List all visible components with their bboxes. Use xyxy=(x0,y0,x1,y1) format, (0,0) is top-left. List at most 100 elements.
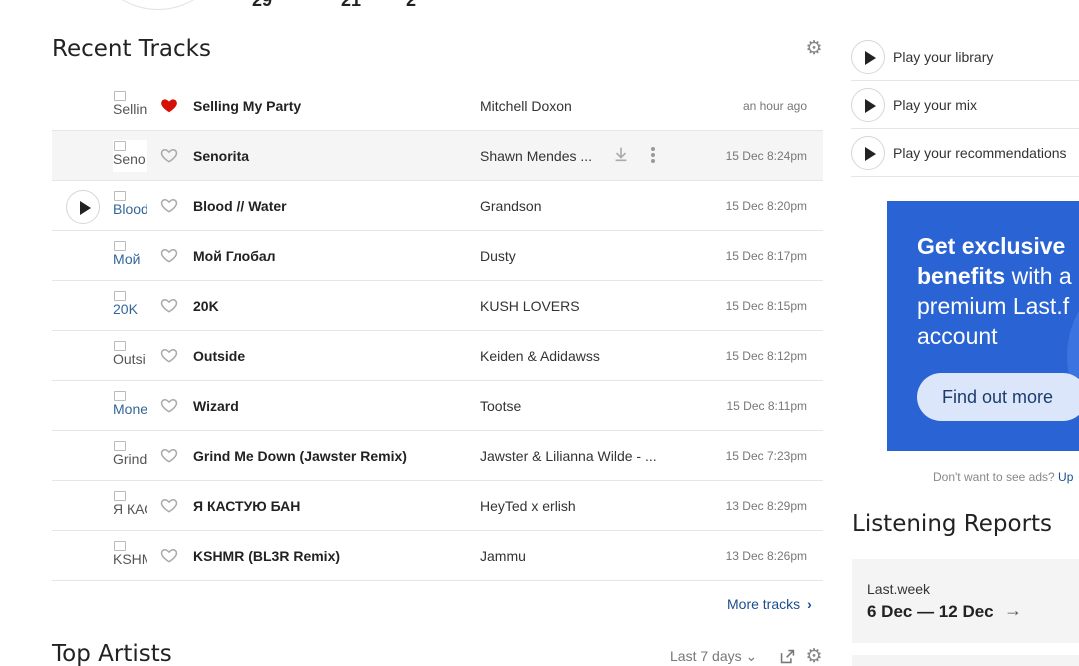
stat-loved[interactable]: 2 xyxy=(406,0,416,9)
play-recommendations-item[interactable]: Play your recommendations xyxy=(851,129,1079,177)
heart-icon[interactable] xyxy=(160,196,178,214)
track-artist[interactable]: Tootse xyxy=(480,398,521,414)
track-artist[interactable]: Jammu xyxy=(480,548,526,564)
play-icon[interactable] xyxy=(851,40,885,74)
track-name[interactable]: Мой Глобал xyxy=(193,248,276,264)
play-mix-label: Play your mix xyxy=(893,97,978,113)
album-art[interactable]: Grind xyxy=(113,440,147,472)
report-range: 6 Dec — 12 Dec xyxy=(867,602,994,621)
track-row[interactable]: Blood Blood // Water Grandson 15 Dec 8:2… xyxy=(52,181,823,231)
ad-note-text: Don't want to see ads? xyxy=(933,470,1059,484)
recent-tracks-title[interactable]: Recent Tracks xyxy=(52,36,211,62)
more-tracks-link[interactable]: More tracks › xyxy=(727,596,812,612)
track-name[interactable]: Outside xyxy=(193,348,245,364)
album-art[interactable]: Outsi xyxy=(113,340,147,372)
share-icon[interactable] xyxy=(779,648,796,665)
track-timestamp: 15 Dec 8:15pm xyxy=(725,299,807,313)
track-row[interactable]: Я КАСТ Я КАСТУЮ БАН HeyTed x erlish 13 D… xyxy=(52,481,823,531)
album-art[interactable]: Blood xyxy=(113,190,147,222)
album-art[interactable]: Мой xyxy=(113,240,147,272)
track-row[interactable]: Seno Senorita Shawn Mendes ... 15 Dec 8:… xyxy=(52,131,823,181)
heart-icon[interactable] xyxy=(160,546,178,564)
album-art[interactable]: KSHM xyxy=(113,540,147,572)
upgrade-link[interactable]: Up xyxy=(1058,470,1073,484)
avatar[interactable] xyxy=(88,0,228,10)
more-tracks-label: More tracks xyxy=(727,596,801,612)
premium-ad[interactable]: Get exclusive benefits with a premium La… xyxy=(887,201,1079,451)
profile-header: 29 21 2 xyxy=(0,0,820,12)
album-art-alt: Grind xyxy=(113,451,147,467)
heart-icon[interactable] xyxy=(160,346,178,364)
album-art[interactable]: Mone xyxy=(113,390,147,422)
album-art-alt: Seno xyxy=(113,151,146,167)
album-art[interactable]: Я КАСТ xyxy=(113,490,147,522)
heart-icon[interactable] xyxy=(160,396,178,414)
recent-tracks-list: Sellin Selling My Party Mitchell Doxon a… xyxy=(52,81,823,581)
track-name[interactable]: Wizard xyxy=(193,398,239,414)
track-name[interactable]: Я КАСТУЮ БАН xyxy=(193,498,300,514)
track-row[interactable]: 20K 20K KUSH LOVERS 15 Dec 8:15pm xyxy=(52,281,823,331)
heart-icon[interactable] xyxy=(160,296,178,314)
track-row[interactable]: Outsi Outside Keiden & Adidawss 15 Dec 8… xyxy=(52,331,823,381)
track-name[interactable]: Senorita xyxy=(193,148,249,164)
stat-scrobbles[interactable]: 29 xyxy=(252,0,272,9)
report-label: Last.week xyxy=(867,581,931,597)
period-label: Last 7 days xyxy=(670,648,742,664)
gear-icon[interactable]: ⚙ xyxy=(805,647,823,666)
track-timestamp: 15 Dec 8:17pm xyxy=(725,249,807,263)
top-artists-title[interactable]: Top Artists xyxy=(52,641,172,666)
track-name[interactable]: 20K xyxy=(193,298,219,314)
find-out-more-button[interactable]: Find out more xyxy=(917,373,1079,421)
album-art[interactable]: 20K xyxy=(113,290,147,322)
heart-icon[interactable] xyxy=(160,446,178,464)
track-row[interactable]: KSHM KSHMR (BL3R Remix) Jammu 13 Dec 8:2… xyxy=(52,531,823,581)
track-artist[interactable]: HeyTed x erlish xyxy=(480,498,576,514)
track-artist[interactable]: Keiden & Adidawss xyxy=(480,348,600,364)
ad-line-1: Get exclusive xyxy=(917,233,1066,259)
track-row[interactable]: Grind Grind Me Down (Jawster Remix) Jaws… xyxy=(52,431,823,481)
track-name[interactable]: Blood // Water xyxy=(193,198,287,214)
track-artist[interactable]: Shawn Mendes ... xyxy=(480,148,592,164)
heart-icon[interactable] xyxy=(160,146,178,164)
report-card-2[interactable] xyxy=(852,655,1079,666)
arrow-right-icon: → xyxy=(1004,600,1022,620)
track-row[interactable]: Sellin Selling My Party Mitchell Doxon a… xyxy=(52,81,823,131)
play-mix-item[interactable]: Play your mix xyxy=(851,81,1079,129)
download-icon[interactable] xyxy=(612,145,630,163)
play-library-label: Play your library xyxy=(893,49,994,65)
album-art-alt: Sellin xyxy=(113,101,147,117)
track-artist[interactable]: Mitchell Doxon xyxy=(480,98,572,114)
track-timestamp: 15 Dec 7:23pm xyxy=(725,449,807,463)
track-timestamp: 15 Dec 8:24pm xyxy=(725,149,807,163)
album-art[interactable]: Sellin xyxy=(113,90,147,122)
play-icon[interactable] xyxy=(851,136,885,170)
track-artist[interactable]: Grandson xyxy=(480,198,541,214)
weekly-report-card[interactable]: Last.week 6 Dec — 12 Dec → xyxy=(852,559,1079,643)
ad-headline: Get exclusive benefits with a premium La… xyxy=(917,231,1079,351)
heart-icon[interactable] xyxy=(160,246,178,264)
album-art[interactable]: Seno xyxy=(113,140,147,172)
track-row[interactable]: Mone Wizard Tootse 15 Dec 8:11pm xyxy=(52,381,823,431)
track-timestamp: 15 Dec 8:11pm xyxy=(726,399,808,413)
album-art-alt: Outsi xyxy=(113,351,146,367)
listening-reports-title[interactable]: Listening Reports xyxy=(852,511,1052,537)
track-timestamp: an hour ago xyxy=(742,99,807,113)
play-icon[interactable] xyxy=(851,88,885,122)
heart-icon[interactable] xyxy=(160,496,178,514)
stat-artists[interactable]: 21 xyxy=(341,0,361,9)
play-library-item[interactable]: Play your library xyxy=(851,33,1079,81)
play-icon[interactable] xyxy=(66,190,100,224)
track-name[interactable]: Grind Me Down (Jawster Remix) xyxy=(193,448,407,464)
heart-icon[interactable] xyxy=(160,96,178,114)
more-options-icon[interactable] xyxy=(646,145,660,165)
track-name[interactable]: KSHMR (BL3R Remix) xyxy=(193,548,340,564)
track-artist[interactable]: KUSH LOVERS xyxy=(480,298,580,314)
period-select[interactable]: Last 7 days ⌄ xyxy=(670,648,757,665)
play-options: Play your library Play your mix Play you… xyxy=(851,33,1079,177)
track-timestamp: 15 Dec 8:12pm xyxy=(725,349,807,363)
track-name[interactable]: Selling My Party xyxy=(193,98,301,114)
track-row[interactable]: Мой Мой Глобал Dusty 15 Dec 8:17pm xyxy=(52,231,823,281)
track-artist[interactable]: Dusty xyxy=(480,248,516,264)
track-artist[interactable]: Jawster & Lilianna Wilde - ... xyxy=(480,448,657,464)
gear-icon[interactable]: ⚙ xyxy=(805,39,823,58)
